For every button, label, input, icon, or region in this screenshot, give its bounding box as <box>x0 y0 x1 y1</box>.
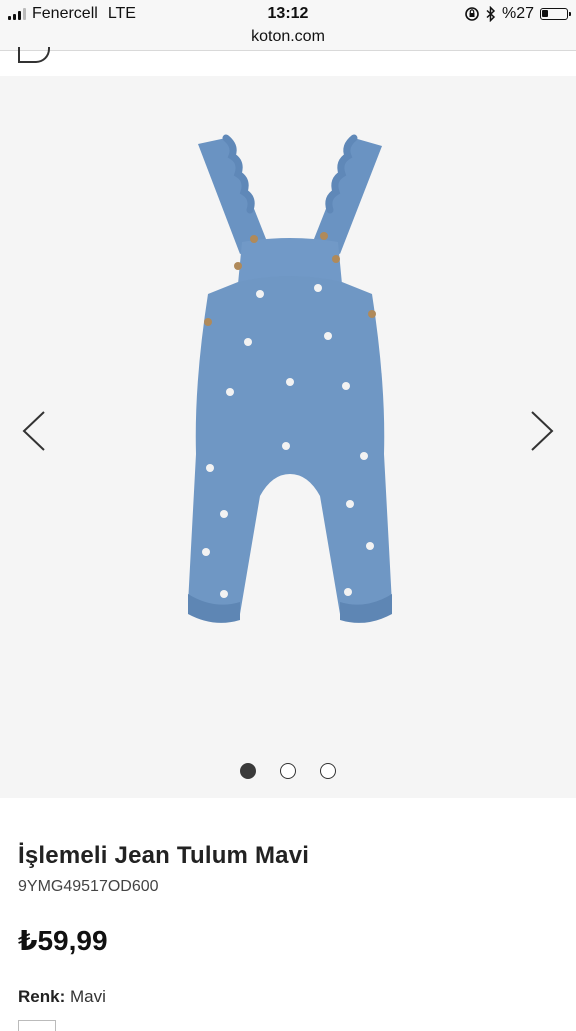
pagination-dot[interactable] <box>320 763 336 779</box>
chevron-left-icon <box>22 411 45 451</box>
url-bar[interactable]: koton.com <box>0 28 576 51</box>
product-gallery[interactable] <box>0 76 576 798</box>
product-price: ₺59,99 <box>18 925 108 956</box>
color-swatch[interactable] <box>18 1020 56 1031</box>
previous-image-button[interactable] <box>16 406 56 456</box>
battery-icon <box>540 8 571 20</box>
orientation-lock-icon <box>465 7 479 21</box>
product-sku: 9YMG49517OD600 <box>18 878 159 895</box>
battery-percent: %27 <box>501 5 534 22</box>
gallery-pagination <box>0 763 576 779</box>
color-label: Renk: <box>18 987 66 1006</box>
pagination-dot[interactable] <box>280 763 296 779</box>
status-bar-right: %27 <box>464 5 571 23</box>
product-title: İşlemeli Jean Tulum Mavi <box>18 842 310 869</box>
color-value: Mavi <box>69 987 106 1006</box>
product-image <box>188 134 392 623</box>
pagination-dot[interactable] <box>240 763 256 779</box>
chevron-right-icon <box>531 411 554 451</box>
site-logo[interactable] <box>18 47 50 63</box>
bluetooth-icon <box>486 6 496 22</box>
product-info: İşlemeli Jean Tulum Mavi 9YMG49517OD600 … <box>18 798 558 1031</box>
status-bar: Fenercell LTE 13:12 %27 <box>0 0 576 30</box>
url-text[interactable]: koton.com <box>251 28 325 45</box>
color-row: Renk: Mavi <box>18 987 558 1007</box>
next-image-button[interactable] <box>520 406 560 456</box>
site-header <box>0 47 576 75</box>
